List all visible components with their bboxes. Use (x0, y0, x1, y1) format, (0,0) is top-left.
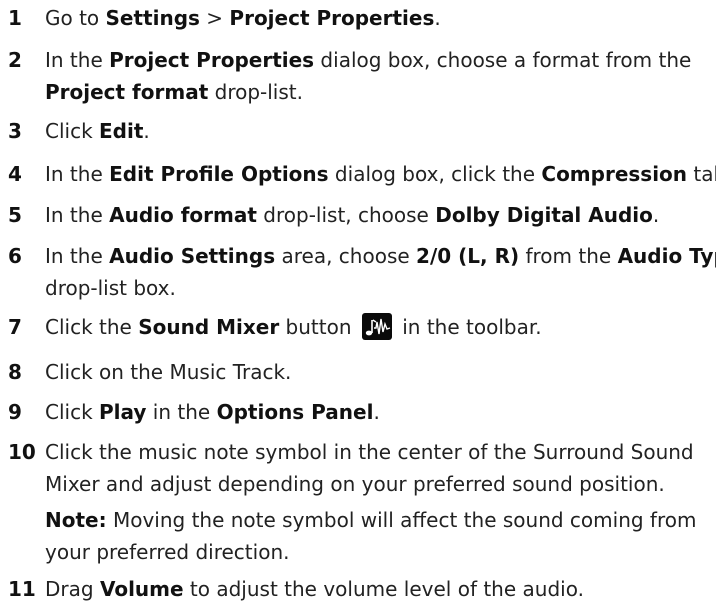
step-text: Click on the Music Track. (45, 356, 716, 388)
text-run: Mixer and adjust depending on your prefe… (45, 472, 665, 496)
text-run: in the toolbar. (395, 315, 542, 339)
text-run: in the (146, 400, 217, 424)
step-10: 10 Click the music note symbol in the cen… (0, 436, 716, 568)
step-text: Click the music note symbol in the cente… (45, 436, 716, 568)
text-run: In the (45, 48, 110, 72)
ui-term: Audio format (109, 203, 257, 227)
text-run: . (143, 119, 150, 143)
step-number: 3 (8, 119, 22, 143)
step-text: Click Edit. (45, 115, 716, 147)
ui-term: Play (99, 400, 147, 424)
text-run: tab. (693, 162, 716, 186)
text-run: Click on the Music Track. (45, 360, 292, 384)
step-text: Go to Settings > Project Properties. (45, 2, 716, 34)
text-run: area, choose (275, 244, 417, 268)
text-run: from the (519, 244, 618, 268)
ui-term: Project Properties (229, 6, 435, 30)
step-3: 3 Click Edit. (0, 115, 716, 147)
text-run: . (652, 203, 660, 227)
text-run: dialog box, click the (328, 162, 542, 186)
ui-term: Project format (45, 80, 209, 104)
step-number: 10 (8, 440, 36, 464)
text-run: . (373, 400, 380, 424)
text-run: Click the (45, 315, 139, 339)
text-run: In the (45, 162, 110, 186)
ui-term: Edit Profile Options (109, 162, 329, 186)
step-text: In the Edit Profile Options dialog box, … (45, 158, 716, 190)
text-run: button (279, 315, 358, 339)
ui-term: Volume (99, 577, 184, 601)
step-2: 2 In the Project Properties dialog box, c… (0, 44, 716, 108)
step-8: 8 Click on the Music Track. (0, 356, 716, 388)
sound-mixer-icon (361, 313, 392, 340)
step-text: Click the Sound Mixer button in the tool… (45, 311, 716, 343)
step-number: 5 (8, 203, 22, 227)
note: Note: Moving the note symbol will affect… (45, 504, 716, 536)
step-text: In the Project Properties dialog box, ch… (45, 44, 716, 108)
text-run: dialog box, choose a format from the (314, 48, 692, 72)
instruction-steps: 1 Go to Settings > Project Properties. 2 In… (0, 0, 716, 603)
ui-term: Audio Settings (109, 244, 276, 268)
ui-term: Compression (541, 162, 688, 186)
text-run: Drag (45, 577, 100, 601)
step-number: 8 (8, 360, 22, 384)
step-6: 6 In the Audio Settings area, choose 2/0 … (0, 240, 716, 304)
text-run: drop-list, choose (256, 203, 436, 227)
text-run: your preferred direction. (45, 540, 290, 564)
ui-term: Options Panel (216, 400, 374, 424)
ui-term: Settings (105, 6, 200, 30)
text-run: Click the music note symbol in the cente… (45, 440, 694, 464)
text-run: drop-list. (208, 80, 303, 104)
text-run: Go to (45, 6, 106, 30)
step-text: In the Audio Settings area, choose 2/0 (… (45, 240, 716, 304)
ui-term: Dolby Digital Audio (435, 203, 653, 227)
step-9: 9 Click Play in the Options Panel. (0, 396, 716, 428)
text-run: Click (45, 400, 100, 424)
ui-term: Edit (99, 119, 144, 143)
step-number: 6 (8, 244, 22, 268)
step-number: 11 (8, 577, 36, 601)
step-number: 2 (8, 48, 22, 72)
step-5: 5 In the Audio format drop-list, choose D… (0, 199, 716, 231)
ui-term: Sound Mixer (138, 315, 280, 339)
text-run: drop-list box. (45, 276, 176, 300)
step-4: 4 In the Edit Profile Options dialog box,… (0, 158, 716, 190)
ui-term: 2/0 (L, R) (416, 244, 520, 268)
text-run: In the (45, 203, 110, 227)
step-1: 1 Go to Settings > Project Properties. (0, 2, 716, 34)
step-number: 7 (8, 315, 22, 339)
step-number: 9 (8, 400, 22, 424)
step-number: 1 (8, 6, 22, 30)
text-run: Click (45, 119, 100, 143)
text-run: to adjust the volume level of the audio. (183, 577, 584, 601)
ui-term: Audio Type (617, 244, 716, 268)
step-11: 11 Drag Volume to adjust the volume level… (0, 573, 716, 605)
ui-term: Project Properties (109, 48, 315, 72)
text-run: > (199, 6, 230, 30)
ui-term: Note: (45, 508, 107, 532)
step-number: 4 (8, 162, 22, 186)
step-text: Drag Volume to adjust the volume level o… (45, 573, 716, 605)
text-run: Moving the note symbol will affect the s… (106, 508, 697, 532)
step-text: Click Play in the Options Panel. (45, 396, 716, 428)
step-text: In the Audio format drop-list, choose Do… (45, 199, 716, 231)
text-run: In the (45, 244, 110, 268)
step-7: 7 Click the Sound Mixer button in the too… (0, 311, 716, 343)
text-run: . (434, 6, 441, 30)
